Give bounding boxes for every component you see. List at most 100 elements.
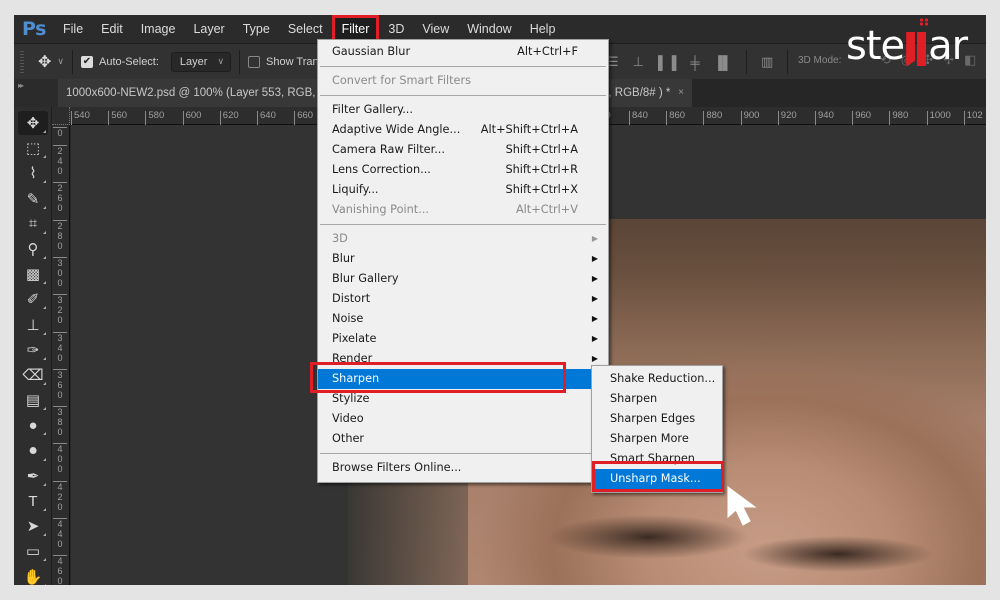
chevron-down-icon: ∨ [217,56,225,66]
filter-menu-dropdown: Gaussian Blur Alt+Ctrl+F Convert for Smart… [317,39,609,483]
pen-icon: ✒ [26,467,40,485]
menu-separator [320,66,606,67]
filter-menu-item-adaptive-wide-angle[interactable]: Adaptive Wide Angle... Alt+Shift+Ctrl+A [318,120,608,140]
marquee-tool[interactable]: ⬚ [18,136,48,160]
rectangle-tool[interactable]: ▭ [18,539,48,563]
gradient-tool[interactable]: ▤ [18,388,48,412]
eraser-tool[interactable]: ⌫ [18,363,48,387]
path-selection-tool[interactable]: ➤ [18,514,48,538]
move-icon[interactable]: ✥ [38,52,51,72]
menu-item-label: Sharpen Edges [610,412,696,425]
lasso-tool[interactable]: ⌇ [18,161,48,185]
chevron-down-icon[interactable]: ∨ [57,56,64,67]
ruler-tick-label: 2 4 0 [53,145,67,176]
ruler-tick-label: 660 [294,111,313,125]
auto-align-icon[interactable]: ▥ [761,54,773,70]
distribute-hcenter-icon[interactable]: ╪ [690,55,699,70]
eyedropper-tool[interactable]: ⚲ [18,237,48,261]
stellar-logo: ste ar [846,18,968,66]
filter-menu-item-blur-gallery[interactable]: Blur Gallery ▶ [318,269,608,289]
crop-tool[interactable]: ⌗ [18,212,48,236]
filter-menu-item-distort[interactable]: Distort ▶ [318,289,608,309]
menu-item-label: Sharpen [610,392,658,405]
filter-menu-item-noise[interactable]: Noise ▶ [318,309,608,329]
filter-menu-item-other[interactable]: Other▶ [318,429,608,449]
expand-panel-icon[interactable]: ▸▸ [18,81,24,90]
ruler-tick-label: 840 [629,111,648,125]
healing-brush-tool[interactable]: ▩ [18,262,48,286]
blur-tool[interactable]: ● [18,413,48,437]
highlight-box-unsharp-mask [592,461,724,492]
filter-menu-item-pixelate[interactable]: Pixelate ▶ [318,329,608,349]
clone-stamp-tool[interactable]: ⊥ [18,313,48,337]
ruler-tick-label: 2 6 0 [53,182,67,213]
menu-image[interactable]: Image [132,15,185,43]
history-brush-tool[interactable]: ✑ [18,338,48,362]
eraser-icon: ⌫ [22,367,44,384]
filter-menu-item-camera-raw-filter[interactable]: Camera Raw Filter... Shift+Ctrl+A [318,140,608,160]
menu-item-label: Browse Filters Online... [332,461,462,474]
ruler-tick-label: 4 0 0 [53,443,67,474]
ruler-origin[interactable] [52,107,70,125]
menu-type[interactable]: Type [234,15,279,43]
menu-layer[interactable]: Layer [184,15,233,43]
filter-menu-item-video[interactable]: Video▶ [318,409,608,429]
history-brush-icon: ✑ [26,341,40,359]
filter-menu-item-3d: 3D ▶ [318,229,608,249]
ruler-tick-label: 900 [740,111,759,125]
highlight-box-sharpen [310,362,566,393]
brush-icon: ✐ [26,291,40,309]
divider [787,50,789,74]
menu-item-label: Stylize [332,392,370,405]
vertical-ruler[interactable]: 0 2 4 0 2 6 0 2 8 0 3 0 0 3 2 0 3 4 0 3 6 0 3 8 … [52,125,70,585]
filter-menu-item-liquify[interactable]: Liquify... Shift+Ctrl+X [318,180,608,200]
move-tool[interactable]: ✥ [18,111,48,135]
sharpen-submenu-item-shake-reduction[interactable]: Shake Reduction... [592,369,722,389]
rectangle-icon: ▭ [25,543,41,561]
filter-menu-item-blur[interactable]: Blur ▶ [318,249,608,269]
sharpen-submenu-item-sharpen-edges[interactable]: Sharpen Edges [592,409,722,429]
distribute-right-icon[interactable]: ▐▌ [714,55,732,70]
dodge-tool[interactable]: ⚫ [18,439,48,463]
brush-tool[interactable]: ✐ [18,287,48,311]
auto-select-label: Auto-Select: [99,55,159,68]
hand-icon: ✋ [23,568,43,585]
menu-item-label: Blur [332,252,355,265]
options-grip[interactable] [20,50,24,73]
close-tab-icon[interactable]: × [678,79,684,107]
menu-filter[interactable]: Filter [331,15,380,43]
menu-item-label: Lens Correction... [332,163,431,176]
filter-menu-item-vanishing-point: Vanishing Point... Alt+Ctrl+V [318,200,608,220]
ruler-tick-label: 640 [257,111,276,125]
auto-select-target-dropdown[interactable]: Layer ∨ [170,51,232,72]
menu-item-shortcut: Shift+Ctrl+A [505,143,578,156]
filter-menu-item-lens-correction[interactable]: Lens Correction... Shift+Ctrl+R [318,160,608,180]
menu-item-label: Other [332,432,365,445]
pen-tool[interactable]: ✒ [18,464,48,488]
hand-tool[interactable]: ✋ [18,565,48,585]
align-bottom-icon[interactable]: ⊥ [633,54,644,70]
ruler-tick-label: 0 [53,127,67,138]
filter-menu-item-filter-gallery[interactable]: Filter Gallery... [318,100,608,120]
menu-item-label: Sharpen More [610,432,689,445]
sharpen-submenu-item-sharpen[interactable]: Sharpen [592,389,722,409]
menu-edit[interactable]: Edit [92,15,132,43]
menu-separator [320,453,606,454]
filter-menu-item-browse-filters-online[interactable]: Browse Filters Online... [318,458,608,478]
menu-item-label: Blur Gallery [332,272,399,285]
divider [746,50,748,74]
ruler-tick-label: 540 [71,111,90,125]
distribute-left-icon[interactable]: ▌▐ [658,55,676,70]
3d-mode-label: 3D Mode: [798,55,842,66]
quick-selection-tool[interactable]: ✎ [18,187,48,211]
menu-file[interactable]: File [54,15,92,43]
type-tool[interactable]: T [18,489,48,513]
show-transform-checkbox[interactable] [248,55,261,68]
sharpen-submenu-item-sharpen-more[interactable]: Sharpen More [592,429,722,449]
filter-menu-item-gaussian-blur[interactable]: Gaussian Blur Alt+Ctrl+F [318,42,608,62]
crop-icon: ⌗ [28,215,38,233]
photoshop-logo: Ps [22,18,46,40]
auto-select-checkbox[interactable]: ✔ [81,55,93,68]
ruler-tick-label: 960 [852,111,871,125]
lasso-icon: ⌇ [29,165,37,183]
